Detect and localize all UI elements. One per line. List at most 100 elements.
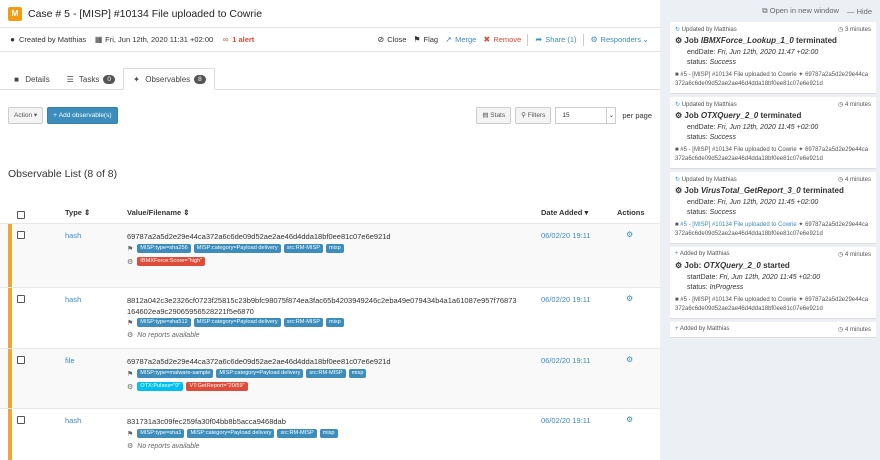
merge-button[interactable]: ➚ Merge [444, 35, 476, 44]
stats-button[interactable]: ▤ Stats [476, 106, 512, 124]
sort-icon: ⇕ [84, 208, 91, 217]
row-checkbox[interactable] [17, 295, 25, 303]
user-icon: ● [10, 35, 15, 44]
tab-tasks[interactable]: ☰ Tasks 0 [58, 68, 123, 90]
job-status-row: status: Success [687, 208, 871, 218]
job-suffix: terminated [800, 186, 844, 195]
activity-reference[interactable]: ■ #5 - [MISP] #10134 File uploaded to Co… [675, 71, 871, 89]
row-checkbox[interactable] [17, 231, 25, 239]
job-date-label: startDate: [687, 274, 718, 281]
column-date[interactable]: Date Added ▾ [541, 208, 588, 217]
activity-sidebar: ⧉ Open in new window — Hide ↻ Updated by… [666, 0, 880, 460]
analyzer-reports: ⚙ No reports available [127, 442, 200, 451]
add-observable-button[interactable]: + Add observable(s) [47, 106, 118, 124]
report-tag[interactable]: IBMXForce:Score="high" [137, 257, 206, 266]
activity-author-text: Updated by Matthias [681, 102, 737, 108]
divider [527, 33, 529, 46]
job-prefix: Job [684, 111, 701, 120]
tab-observables[interactable]: ✦ Observables 8 [123, 68, 215, 90]
tasks-count-badge: 0 [103, 74, 115, 84]
row-checkbox[interactable] [17, 356, 25, 364]
table-row[interactable]: file 69787a2a5d2e29e44ca372a6c6de09d52ae2… [0, 348, 660, 408]
per-page-select[interactable]: 15 [555, 106, 608, 124]
analyzer-reports: ⚙ OTX:Pulses="0" VT:GetReport="20/59" [127, 382, 251, 391]
tab-tasks-label: Tasks [78, 74, 100, 84]
share-button[interactable]: ➦ Share (1) [534, 35, 576, 44]
alert-link[interactable]: ∞ 1 alert [221, 35, 254, 44]
chevron-down-icon[interactable]: ⌄ [606, 106, 617, 124]
gear-icon[interactable]: ⚙ [626, 294, 633, 303]
observable-type[interactable]: file [65, 356, 75, 365]
activity-author: ↻ Updated by Matthias [675, 176, 737, 183]
analyzer-reports: ⚙ IBMXForce:Score="high" [127, 257, 208, 266]
column-type[interactable]: Type ⇕ [65, 208, 90, 217]
table-row[interactable]: hash 8812a042c3e2326cf0723f25815c23b9bfc9… [0, 287, 660, 348]
folder-icon: ■ [675, 147, 679, 153]
per-page-label: per page [622, 110, 652, 120]
reference-case[interactable]: #5 - [MISP] #10134 File uploaded to Cowr… [680, 297, 796, 303]
reference-case[interactable]: #5 - [MISP] #10134 File uploaded to Cowr… [680, 72, 796, 78]
tab-details[interactable]: ■ Details [4, 68, 58, 90]
activity-reference[interactable]: ■ #5 - [MISP] #10134 File uploaded to Co… [675, 296, 871, 314]
observable-value[interactable]: 831731a3c09fec259fa30f04bb8b5acca9468dab [127, 416, 537, 427]
observable-tag: MISP:category=Payload delivery [193, 318, 281, 327]
table-row[interactable]: hash 831731a3c09fec259fa30f04bb8b5acca946… [0, 408, 660, 460]
observable-value-line: 69787a2a5d2e29e44ca372a6c6de09d52ae2ae46… [127, 232, 391, 241]
activity-author-text: Updated by Matthias [681, 177, 737, 183]
observable-tag: MISP:type=sha512 [137, 318, 191, 327]
gear-icon[interactable]: ⚙ [626, 355, 633, 364]
case-tabs: ■ Details ☰ Tasks 0 ✦ Observables 8 [0, 68, 660, 90]
folder-icon: ■ [675, 72, 679, 78]
search-icon: ⚲ [521, 112, 526, 119]
job-status-label: status: [687, 59, 708, 66]
observable-tags: ⚑ MISP:type=sha512 MISP:category=Payload d… [127, 318, 347, 327]
activity-job-title: ⚙ Job VirusTotal_GetReport_3_0 terminate… [675, 186, 871, 195]
flag-button[interactable]: ⚑ Flag [412, 35, 438, 44]
column-actions-label: Actions [617, 208, 645, 217]
row-marker [8, 349, 12, 408]
report-tag[interactable]: OTX:Pulses="0" [137, 382, 184, 391]
observable-type[interactable]: hash [65, 231, 81, 240]
filters-button[interactable]: ⚲ Filters [515, 106, 552, 124]
date-added: 06/02/20 19:11 [541, 295, 591, 304]
pin-icon: ✦ [798, 297, 804, 303]
observable-type[interactable]: hash [65, 416, 81, 425]
hide-link[interactable]: — Hide [847, 7, 872, 16]
folder-icon: ■ [675, 297, 679, 303]
job-suffix: terminated [793, 36, 837, 45]
remove-button[interactable]: ✖ Remove [482, 35, 521, 44]
observable-type[interactable]: hash [65, 295, 81, 304]
gear-icon[interactable]: ⚙ [626, 415, 633, 424]
plus-icon: + [53, 111, 57, 119]
gear-icon[interactable]: ⚙ [626, 230, 633, 239]
responders-button[interactable]: ⚙ Responders ⌄ [590, 35, 652, 44]
activity-time: ◷ 4 minutes [838, 101, 871, 108]
table-row[interactable]: hash 69787a2a5d2e29e44ca372a6c6de09d52ae2… [0, 223, 660, 287]
reference-case[interactable]: #5 - [MISP] #10134 File uploaded to Cowr… [680, 222, 796, 228]
case-date: ▦ Fri, Jun 12th, 2020 11:31 +02:00 [94, 35, 213, 44]
open-new-window-link[interactable]: ⧉ Open in new window [762, 6, 839, 16]
activity-reference[interactable]: ■ #5 - [MISP] #10134 File uploaded to Co… [675, 221, 871, 239]
observable-value[interactable]: 69787a2a5d2e29e44ca372a6c6de09d52ae2ae46… [127, 231, 537, 242]
activity-author: + Added by Matthias [675, 326, 730, 333]
refresh-icon: ↻ [675, 27, 681, 33]
flag-icon: ⚑ [413, 35, 421, 44]
row-checkbox[interactable] [17, 416, 25, 424]
column-value[interactable]: Value/Filename ⇕ [127, 208, 190, 217]
job-date-row: startDate: Fri, Jun 12th, 2020 11:45 +02… [687, 273, 871, 283]
action-dropdown[interactable]: Action ▾ [8, 106, 44, 124]
observable-value[interactable]: 69787a2a5d2e29e44ca372a6c6de09d52ae2ae46… [127, 356, 537, 367]
report-tag[interactable]: VT:GetReport="20/59" [186, 382, 248, 391]
close-button[interactable]: ⊘ Close [376, 35, 406, 44]
activity-reference[interactable]: ■ #5 - [MISP] #10134 File uploaded to Co… [675, 146, 871, 164]
observable-value[interactable]: 8812a042c3e2326cf0723f25815c23b9bfc98075… [127, 295, 537, 317]
clock-icon: ◷ [838, 177, 844, 183]
list-icon: ☰ [66, 74, 74, 84]
column-type-label: Type [65, 208, 82, 217]
reference-case[interactable]: #5 - [MISP] #10134 File uploaded to Cowr… [680, 147, 796, 153]
hide-label: Hide [856, 6, 872, 16]
toolbar-right: ▤ Stats ⚲ Filters 15 ⌄ per page [476, 106, 652, 124]
observable-tag: misp [319, 429, 338, 438]
gear-icon: ⚙ [675, 36, 683, 45]
job-date: Fri, Jun 12th, 2020 11:45 +02:00 [719, 274, 821, 281]
